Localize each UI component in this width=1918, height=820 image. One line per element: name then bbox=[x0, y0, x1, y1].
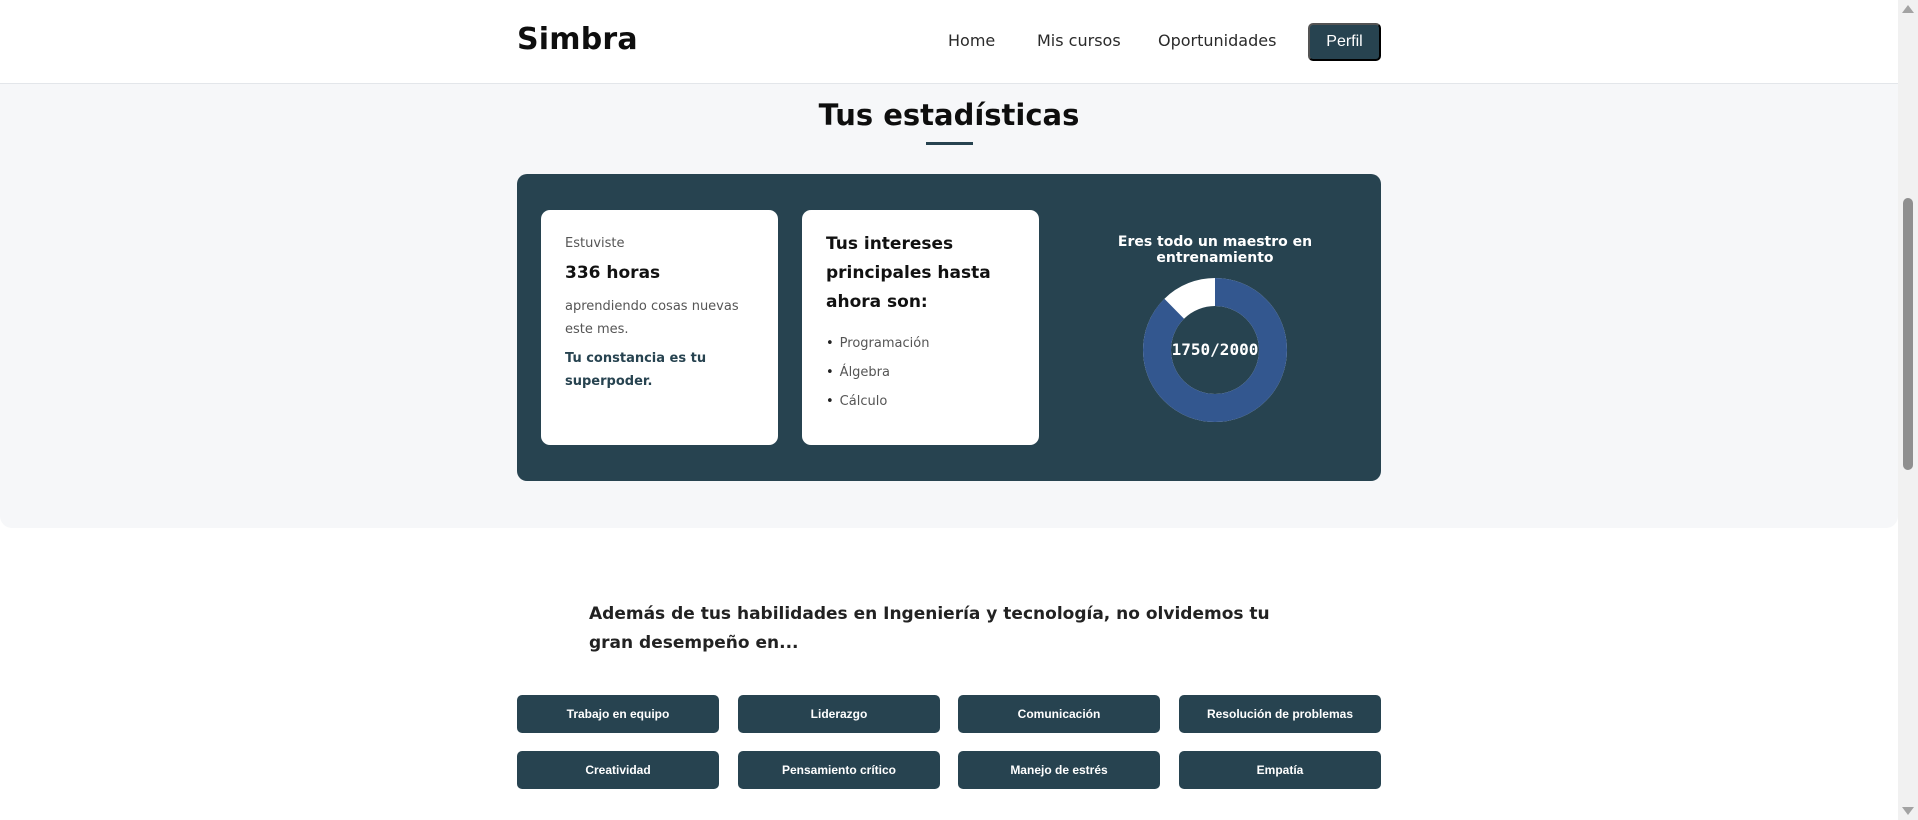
skill-button-manejo-de-estres[interactable]: Manejo de estrés bbox=[958, 751, 1160, 789]
navbar: Simbra Home Mis cursos Oportunidades Per… bbox=[0, 0, 1898, 84]
skill-button-empatia[interactable]: Empatía bbox=[1179, 751, 1381, 789]
skill-button-pensamiento-critico[interactable]: Pensamiento crítico bbox=[738, 751, 940, 789]
page: Simbra Home Mis cursos Oportunidades Per… bbox=[0, 0, 1898, 820]
nav-link-mis-cursos[interactable]: Mis cursos bbox=[1037, 31, 1121, 50]
nav-link-oportunidades[interactable]: Oportunidades bbox=[1158, 31, 1276, 50]
stats-panel: Estuviste 336 horas aprendiendo cosas nu… bbox=[517, 174, 1381, 481]
progress-label: 1750/2000 bbox=[1171, 340, 1259, 359]
hours-intro: Estuviste bbox=[565, 236, 625, 251]
hours-text: aprendiendo cosas nuevas este mes. bbox=[565, 299, 739, 337]
skill-button-creatividad[interactable]: Creatividad bbox=[517, 751, 719, 789]
profile-button[interactable]: Perfil bbox=[1308, 23, 1381, 61]
interest-list: Programación Álgebra Cálculo bbox=[826, 329, 1015, 416]
title-underline bbox=[926, 142, 973, 145]
hours-value: 336 horas bbox=[565, 263, 661, 283]
interest-item: Programación bbox=[826, 329, 1015, 358]
nav-link-home[interactable]: Home bbox=[948, 31, 995, 50]
skill-button-resolucion-de-problemas[interactable]: Resolución de problemas bbox=[1179, 695, 1381, 733]
scroll-up-arrow-icon[interactable] bbox=[1902, 5, 1914, 13]
vertical-scrollbar[interactable] bbox=[1898, 0, 1918, 820]
skill-button-liderazgo[interactable]: Liderazgo bbox=[738, 695, 940, 733]
interests-title: Tus intereses principales hasta ahora so… bbox=[826, 234, 991, 312]
hours-card: Estuviste 336 horas aprendiendo cosas nu… bbox=[541, 210, 778, 445]
scroll-down-arrow-icon[interactable] bbox=[1902, 807, 1914, 815]
interests-card: Tus intereses principales hasta ahora so… bbox=[802, 210, 1039, 445]
brand-logo[interactable]: Simbra bbox=[517, 22, 638, 57]
interest-item: Álgebra bbox=[826, 358, 1015, 387]
skill-button-comunicacion[interactable]: Comunicación bbox=[958, 695, 1160, 733]
hours-emphasis: Tu constancia es tu superpoder. bbox=[565, 351, 707, 389]
scroll-thumb[interactable] bbox=[1903, 198, 1913, 470]
progress-caption: Eres todo un maestro en entrenamiento bbox=[1117, 234, 1313, 266]
stats-section: Tus estadísticas Estuviste 336 horas apr… bbox=[0, 84, 1898, 528]
stats-title: Tus estadísticas bbox=[818, 98, 1080, 132]
interest-item: Cálculo bbox=[826, 387, 1015, 416]
progress-donut: Eres todo un maestro en entrenamiento 17… bbox=[1065, 210, 1365, 450]
soft-skills-heading: Además de tus habilidades en Ingeniería … bbox=[589, 604, 1270, 653]
skill-button-trabajo-en-equipo[interactable]: Trabajo en equipo bbox=[517, 695, 719, 733]
